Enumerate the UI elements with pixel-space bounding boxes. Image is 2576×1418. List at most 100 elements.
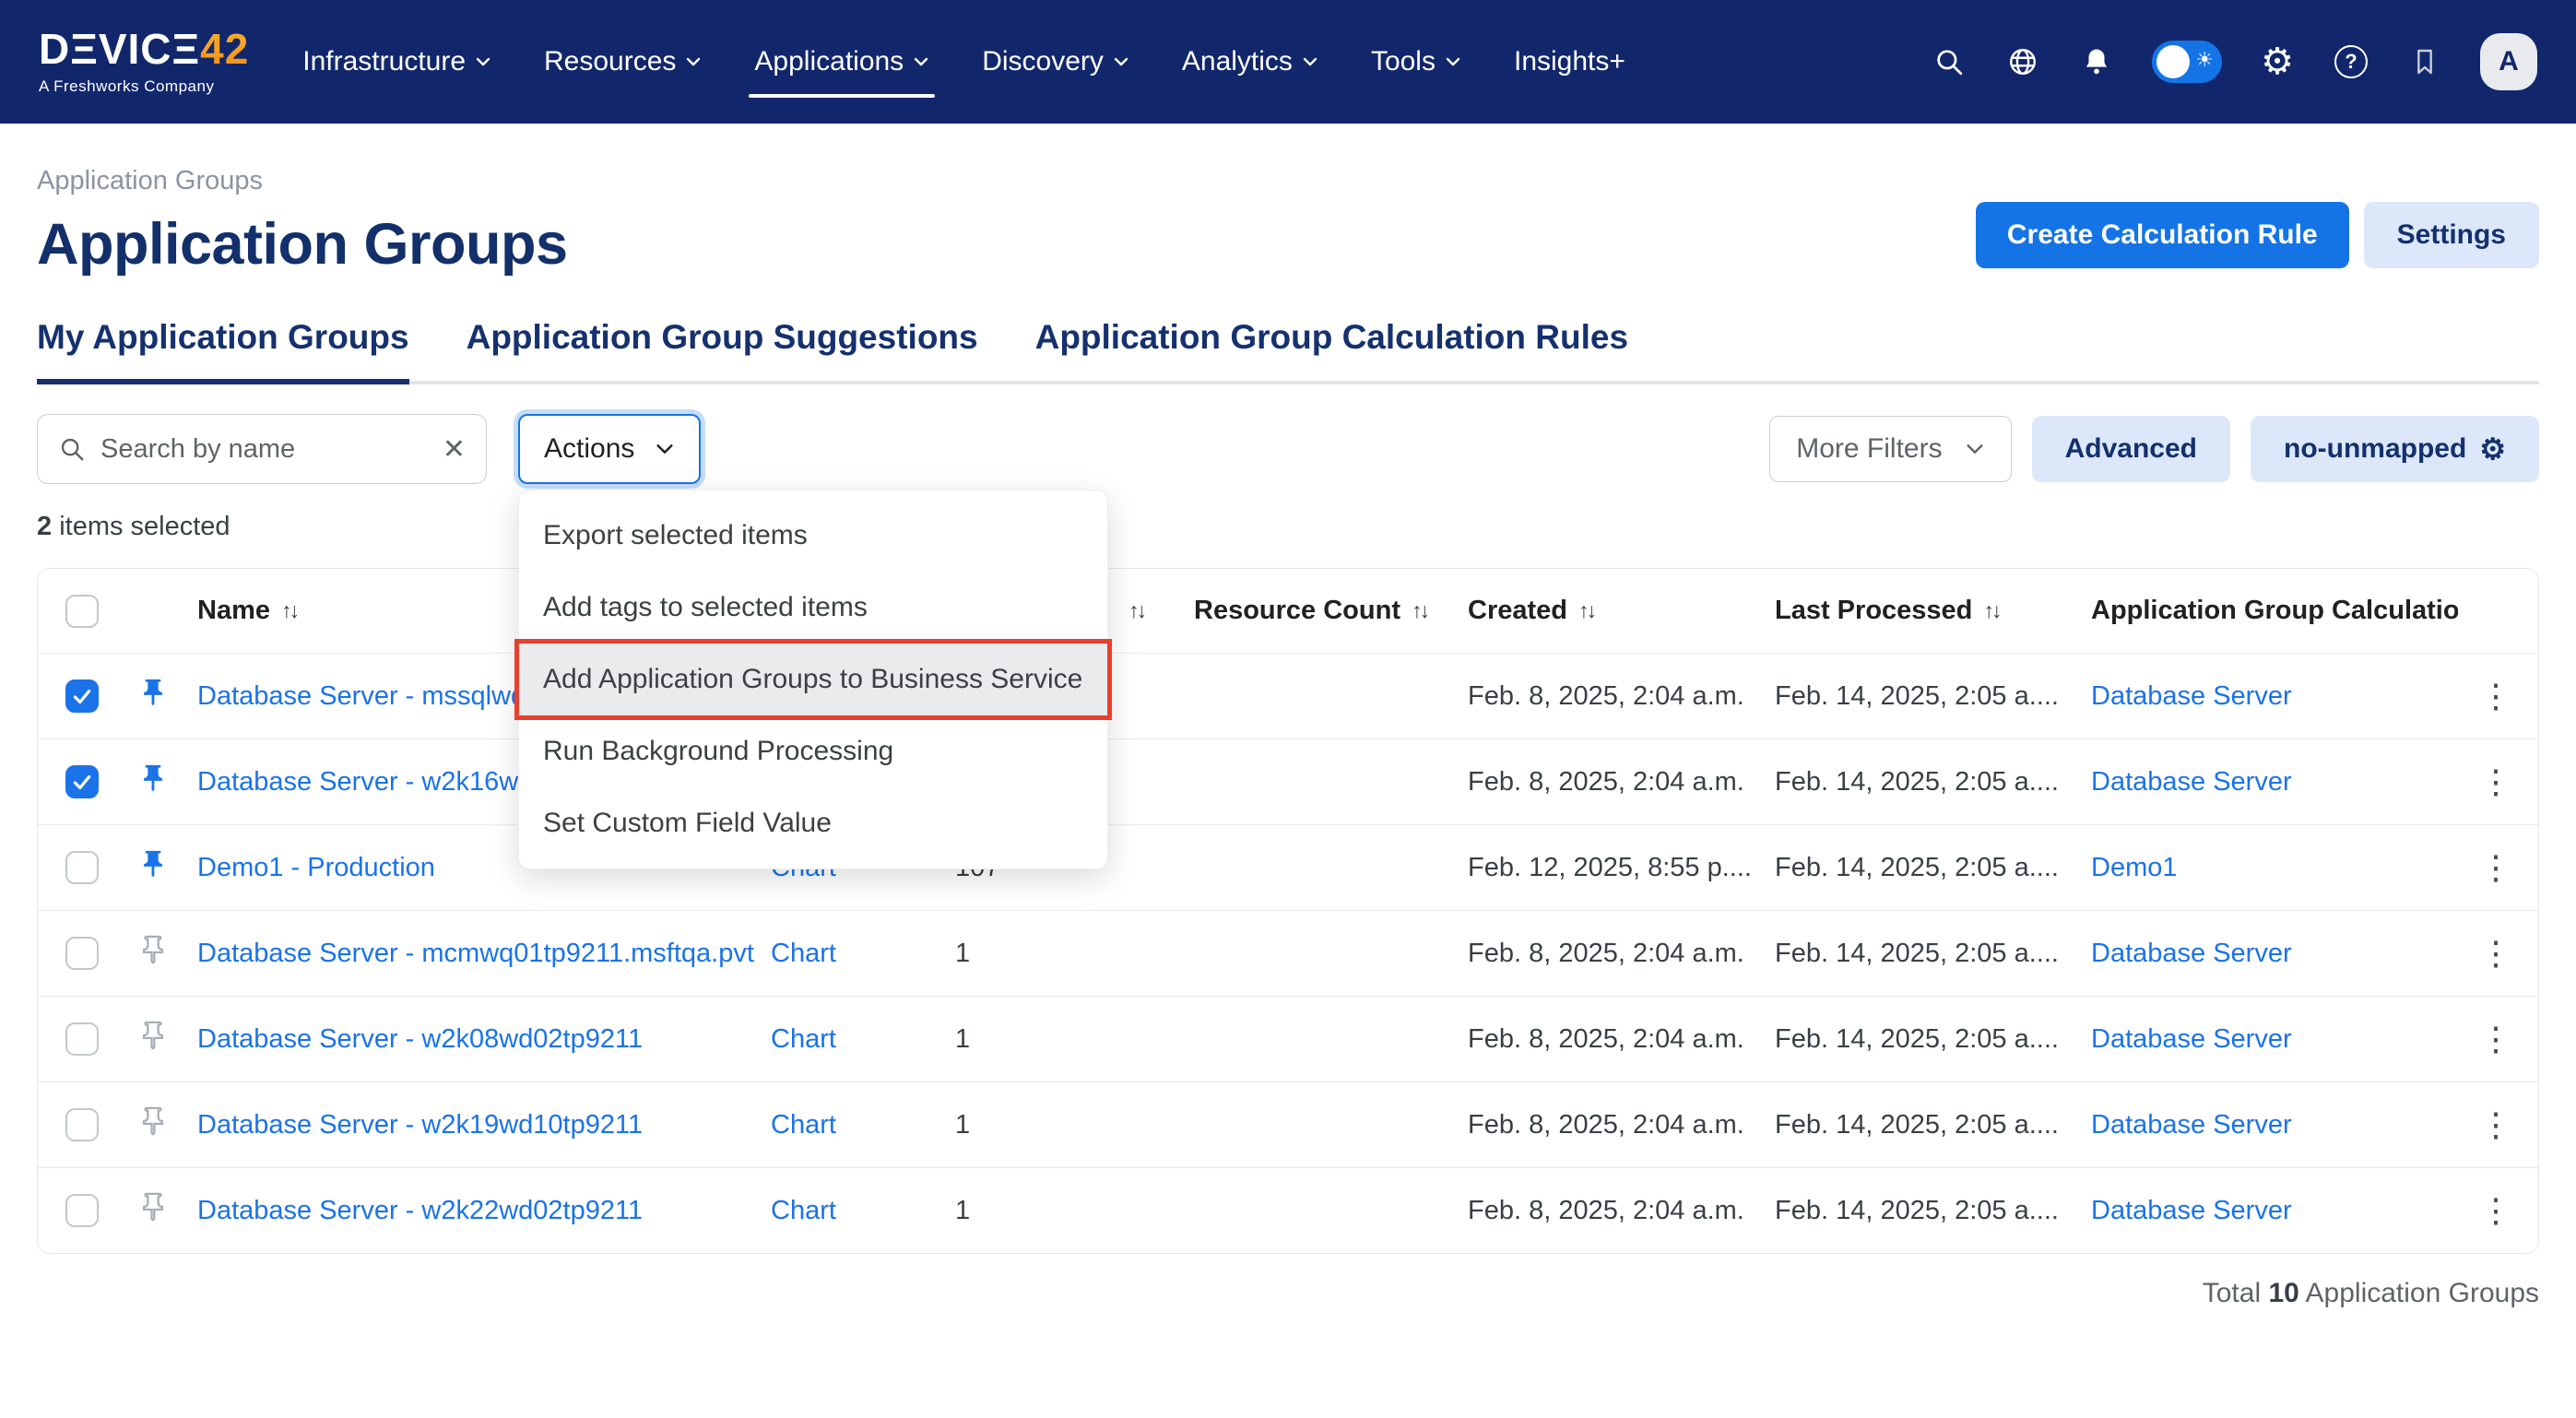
more-filters-button[interactable]: More Filters bbox=[1769, 416, 2011, 482]
calculation-rule-link[interactable]: Database Server bbox=[2091, 1024, 2292, 1054]
menu-item-add-to-business-service[interactable]: Add Application Groups to Business Servi… bbox=[519, 644, 1107, 715]
nav-infrastructure[interactable]: Infrastructure bbox=[302, 0, 491, 124]
sun-icon: ☀ bbox=[2195, 50, 2214, 70]
row-menu-icon[interactable]: ⋮ bbox=[2453, 851, 2538, 884]
tab-application-group-suggestions[interactable]: Application Group Suggestions bbox=[467, 318, 978, 381]
saved-filter-button[interactable]: no-unmapped⚙ bbox=[2251, 416, 2539, 482]
chart-link[interactable]: Chart bbox=[771, 939, 836, 968]
calculation-rule-link[interactable]: Database Server bbox=[2091, 939, 2292, 968]
pin-icon[interactable] bbox=[137, 848, 169, 880]
nav-applications[interactable]: Applications bbox=[754, 0, 929, 124]
advanced-filter-button[interactable]: Advanced bbox=[2032, 416, 2230, 482]
row-checkbox[interactable] bbox=[65, 1108, 99, 1141]
tab-bar: My Application Groups Application Group … bbox=[37, 318, 2539, 384]
nav-tools[interactable]: Tools bbox=[1371, 0, 1461, 124]
menu-item-set-custom-field-value[interactable]: Set Custom Field Value bbox=[519, 787, 1107, 859]
group-name-link[interactable]: Demo1 - Production bbox=[197, 853, 435, 882]
search-input[interactable] bbox=[100, 434, 428, 465]
table-row: Database Server - mssqlwd0 Feb. 8, 2025,… bbox=[38, 653, 2538, 739]
calculation-rule-link[interactable]: Database Server bbox=[2091, 1196, 2292, 1225]
nav-resources[interactable]: Resources bbox=[544, 0, 702, 124]
logo-accent: 42 bbox=[200, 25, 249, 73]
row-checkbox[interactable] bbox=[65, 1194, 99, 1227]
chevron-down-icon bbox=[1445, 53, 1461, 70]
column-header-hidden-sort[interactable]: ↑↓ bbox=[1128, 569, 1144, 653]
row-checkbox[interactable] bbox=[65, 937, 99, 970]
device42-logo[interactable]: DΞVICΞ42 A Freshworks Company bbox=[39, 28, 249, 96]
gear-icon[interactable]: ⚙ bbox=[2259, 43, 2296, 80]
row-checkbox[interactable] bbox=[65, 679, 99, 713]
calculation-rule-link[interactable]: Database Server bbox=[2091, 1110, 2292, 1140]
column-header-resource-count[interactable]: Resource Count↑↓ bbox=[1194, 569, 1427, 653]
row-menu-icon[interactable]: ⋮ bbox=[2453, 1194, 2538, 1227]
row-menu-icon[interactable]: ⋮ bbox=[2453, 937, 2538, 970]
pin-icon[interactable] bbox=[137, 1105, 169, 1137]
column-header-name[interactable]: Name↑↓ bbox=[197, 569, 297, 653]
group-name-link[interactable]: Database Server - mcmwq01tp9211.msftqa.p… bbox=[197, 939, 754, 968]
chart-link[interactable]: Chart bbox=[771, 1196, 836, 1225]
search-icon bbox=[58, 435, 86, 463]
created-date: Feb. 8, 2025, 2:04 a.m. bbox=[1468, 681, 1775, 712]
sort-icon[interactable]: ↑↓ bbox=[1128, 598, 1144, 623]
row-checkbox[interactable] bbox=[65, 765, 99, 798]
nav-discovery[interactable]: Discovery bbox=[982, 0, 1129, 124]
menu-item-add-tags[interactable]: Add tags to selected items bbox=[519, 572, 1107, 644]
tab-application-group-calculation-rules[interactable]: Application Group Calculation Rules bbox=[1035, 318, 1628, 381]
column-header-last-processed[interactable]: Last Processed↑↓ bbox=[1775, 569, 1999, 653]
row-menu-icon[interactable]: ⋮ bbox=[2453, 679, 2538, 713]
chevron-down-icon bbox=[655, 439, 675, 459]
pin-icon[interactable] bbox=[137, 934, 169, 965]
calculation-rule-link[interactable]: Database Server bbox=[2091, 681, 2292, 711]
sort-icon[interactable]: ↑↓ bbox=[1983, 598, 1999, 623]
chart-link[interactable]: Chart bbox=[771, 1110, 836, 1140]
select-all-checkbox[interactable] bbox=[65, 595, 99, 628]
pin-icon[interactable] bbox=[137, 1191, 169, 1223]
created-date: Feb. 8, 2025, 2:04 a.m. bbox=[1468, 939, 1775, 969]
bookmark-icon[interactable] bbox=[2406, 43, 2443, 80]
clear-search-icon[interactable]: ✕ bbox=[443, 433, 466, 466]
group-name-link[interactable]: Database Server - mssqlwd0 bbox=[197, 681, 540, 711]
chart-link[interactable]: Chart bbox=[771, 1024, 836, 1054]
sort-icon[interactable]: ↑↓ bbox=[281, 598, 297, 623]
column-header-calculation-rule[interactable]: Application Group Calculation Rule bbox=[2091, 569, 2458, 653]
theme-toggle[interactable]: ☀ bbox=[2152, 41, 2222, 83]
row-menu-icon[interactable]: ⋮ bbox=[2453, 1022, 2538, 1056]
pin-icon[interactable] bbox=[137, 1020, 169, 1051]
menu-item-export-selected[interactable]: Export selected items bbox=[519, 500, 1107, 572]
user-avatar[interactable]: A bbox=[2480, 33, 2537, 90]
tab-my-application-groups[interactable]: My Application Groups bbox=[37, 318, 409, 381]
last-processed-date: Feb. 14, 2025, 2:05 a.... bbox=[1775, 939, 2091, 969]
column-header-created[interactable]: Created↑↓ bbox=[1468, 569, 1594, 653]
last-processed-date: Feb. 14, 2025, 2:05 a.... bbox=[1775, 1196, 2091, 1226]
pin-icon[interactable] bbox=[137, 677, 169, 708]
chevron-down-icon bbox=[1965, 439, 1985, 459]
application-groups-page: DΞVICΞ42 A Freshworks Company Infrastruc… bbox=[0, 0, 2576, 1418]
page-title: Application Groups bbox=[37, 211, 568, 278]
group-name-link[interactable]: Database Server - w2k08wd02tp9211 bbox=[197, 1024, 643, 1054]
bell-icon[interactable] bbox=[2078, 43, 2115, 80]
search-icon[interactable] bbox=[1931, 43, 1967, 80]
nav-analytics[interactable]: Analytics bbox=[1182, 0, 1318, 124]
logo-text: DΞVICΞ42 bbox=[39, 28, 249, 70]
group-name-link[interactable]: Database Server - w2k19wd10tp9211 bbox=[197, 1110, 643, 1140]
row-checkbox[interactable] bbox=[65, 1022, 99, 1056]
chevron-down-icon bbox=[913, 53, 929, 70]
actions-button[interactable]: Actions bbox=[518, 414, 701, 484]
row-checkbox[interactable] bbox=[65, 851, 99, 884]
globe-icon[interactable] bbox=[2004, 43, 2041, 80]
sort-icon[interactable]: ↑↓ bbox=[1412, 598, 1427, 623]
nav-insights[interactable]: Insights+ bbox=[1514, 0, 1625, 124]
top-navbar: DΞVICΞ42 A Freshworks Company Infrastruc… bbox=[0, 0, 2576, 124]
pin-icon[interactable] bbox=[137, 762, 169, 794]
row-menu-icon[interactable]: ⋮ bbox=[2453, 765, 2538, 798]
row-menu-icon[interactable]: ⋮ bbox=[2453, 1108, 2538, 1141]
group-name-link[interactable]: Database Server - w2k16wq0 bbox=[197, 767, 548, 797]
calculation-rule-link[interactable]: Database Server bbox=[2091, 767, 2292, 797]
group-name-link[interactable]: Database Server - w2k22wd02tp9211 bbox=[197, 1196, 643, 1225]
create-calculation-rule-button[interactable]: Create Calculation Rule bbox=[1976, 202, 2349, 268]
settings-button[interactable]: Settings bbox=[2364, 202, 2539, 268]
menu-item-run-background-processing[interactable]: Run Background Processing bbox=[519, 715, 1107, 787]
sort-icon[interactable]: ↑↓ bbox=[1578, 598, 1594, 623]
calculation-rule-link[interactable]: Demo1 bbox=[2091, 853, 2178, 882]
help-icon[interactable]: ? bbox=[2333, 43, 2369, 80]
